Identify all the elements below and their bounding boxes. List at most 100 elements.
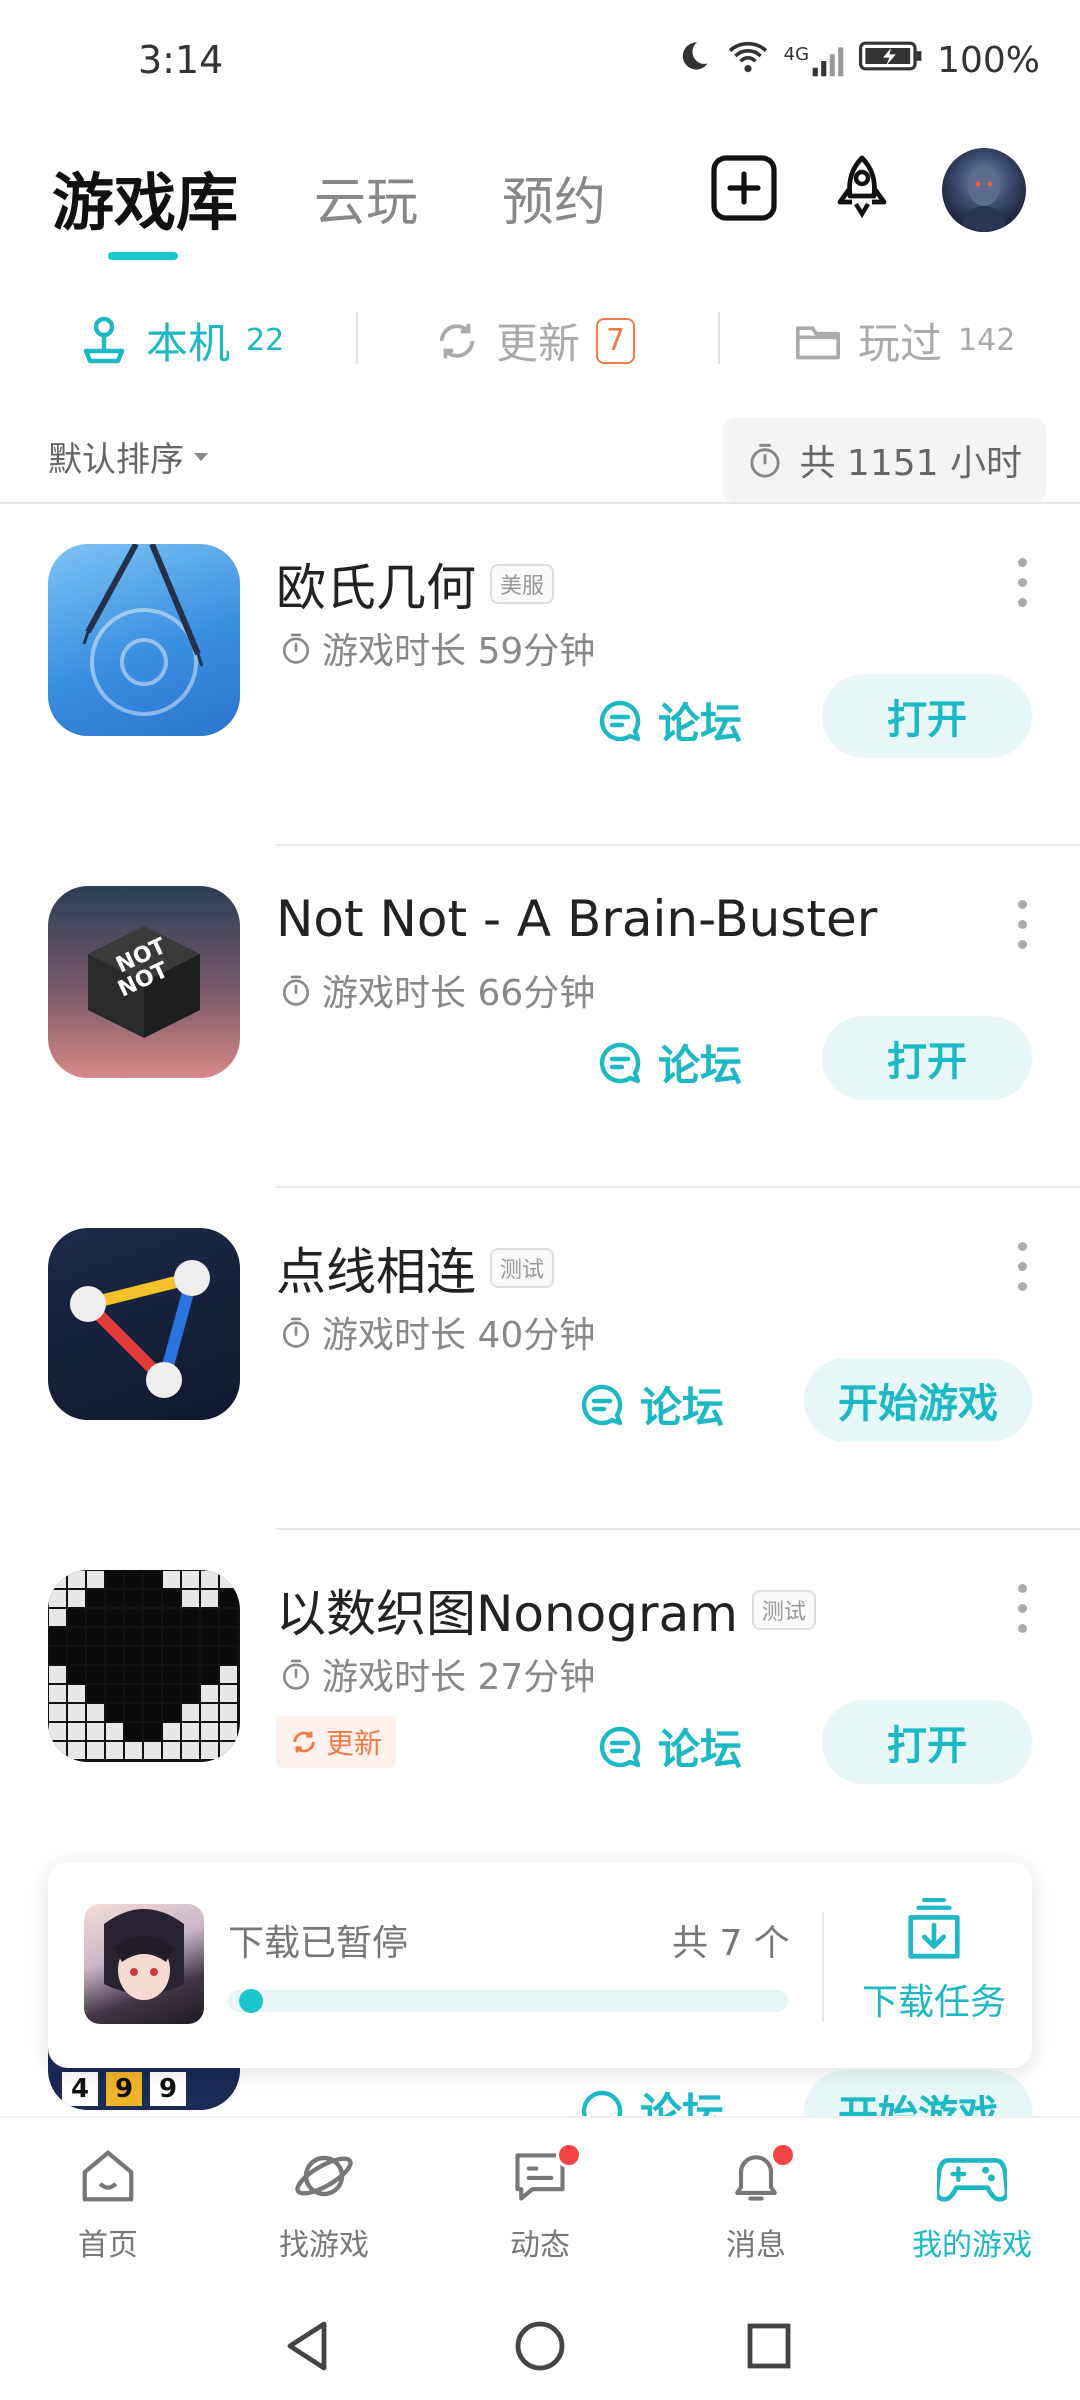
status-icons: 4G 100%	[676, 38, 1040, 83]
nonogram-cell	[49, 1609, 66, 1626]
back-triangle-icon[interactable]	[282, 2318, 332, 2374]
subtab-local[interactable]: 本机 22	[78, 310, 284, 371]
nonogram-cell	[220, 1628, 237, 1645]
game-title-row: 点线相连 测试	[276, 1232, 555, 1304]
forum-button[interactable]: 论坛	[596, 690, 742, 751]
open-button[interactable]: 打开	[822, 1700, 1032, 1784]
game-item[interactable]: 欧氏几何 美服 游戏时长 59分钟 论坛 打开	[0, 504, 1080, 846]
nonogram-cell	[106, 1590, 123, 1607]
tab-cloud-play[interactable]: 云玩	[314, 160, 418, 235]
nav-activity[interactable]: 动态	[432, 2138, 648, 2264]
nonogram-cell	[68, 1742, 85, 1759]
anime-character-icon	[104, 1909, 184, 2000]
download-box-icon	[908, 1897, 960, 1959]
subtab-played-label: 玩过	[858, 319, 943, 368]
nav-messages-label: 消息	[726, 2228, 786, 2263]
download-panel[interactable]: 下载已暂停 共 7 个 下载任务	[48, 1862, 1032, 2068]
plus-square-icon	[711, 155, 777, 221]
start-game-button[interactable]: 开始游戏	[804, 2070, 1032, 2116]
nonogram-cell	[144, 1742, 161, 1759]
open-button[interactable]: 打开	[822, 1016, 1032, 1100]
forum-button[interactable]: 论坛	[596, 1716, 742, 1777]
nonogram-cell	[87, 1609, 104, 1626]
forum-button[interactable]: 论坛	[596, 1032, 742, 1093]
nonogram-cell	[163, 1723, 180, 1740]
add-game-button[interactable]	[708, 152, 780, 224]
nonogram-cell	[49, 1628, 66, 1645]
nonogram-cell	[106, 1723, 123, 1740]
game-icon-euclidea	[48, 544, 240, 736]
subtab-played[interactable]: 玩过 142	[794, 310, 1015, 371]
moon-icon	[676, 38, 712, 83]
nonogram-cell	[220, 1742, 237, 1759]
nonogram-cell	[201, 1628, 218, 1645]
nonogram-cell	[87, 1647, 104, 1664]
game-item[interactable]: 以数织图Nonogram 测试 游戏时长 27分钟 更新 论坛 打开	[0, 1530, 1080, 1872]
tab-reservation[interactable]: 预约	[502, 160, 606, 235]
nonogram-cell	[125, 1723, 142, 1740]
nonogram-cell	[87, 1628, 104, 1645]
more-menu-button[interactable]	[1018, 1584, 1030, 1644]
home-icon	[82, 2150, 134, 2202]
forum-button-peek[interactable]: 论坛	[578, 2084, 724, 2116]
update-label: 更新	[326, 1727, 383, 1760]
chat-bubble-icon	[581, 1384, 623, 1425]
more-menu-button[interactable]	[1018, 900, 1030, 960]
download-progress-fill	[239, 1989, 263, 2013]
nonogram-cell	[182, 1704, 199, 1721]
nonogram-cell	[201, 1609, 218, 1626]
update-button[interactable]: 更新	[276, 1716, 397, 1768]
nav-home[interactable]: 首页	[0, 2138, 216, 2264]
nav-my-games[interactable]: 我的游戏	[864, 2138, 1080, 2264]
game-icon-not-not: NOT NOT	[48, 886, 240, 1078]
nav-messages[interactable]: 消息	[648, 2138, 864, 2264]
nonogram-cell	[49, 1647, 66, 1664]
system-navigation-bar	[0, 2288, 1080, 2400]
forum-button[interactable]: 论坛	[578, 2084, 724, 2116]
recents-square-icon[interactable]	[744, 2320, 794, 2372]
start-game-button-peek[interactable]: 开始游戏	[804, 2070, 1032, 2116]
open-button[interactable]: 打开	[822, 674, 1032, 758]
nonogram-cell	[49, 1723, 66, 1740]
playtime: 游戏时长 27分钟	[280, 1648, 595, 1700]
nav-discover[interactable]: 找游戏	[216, 2138, 432, 2264]
download-tasks-button[interactable]: 下载任务	[854, 1897, 1014, 2025]
nonogram-cell	[125, 1647, 142, 1664]
total-playtime: 共 1151 小时	[723, 418, 1046, 502]
game-title-row: 以数织图Nonogram 测试	[276, 1574, 816, 1646]
nonogram-cell	[163, 1571, 180, 1588]
nonogram-cell	[144, 1666, 161, 1683]
bottom-navigation: 首页 找游戏 动态 消息 我的游戏	[0, 2116, 1080, 2290]
nonogram-cell	[201, 1666, 218, 1683]
sort-dropdown[interactable]: 默认排序	[48, 432, 210, 481]
nonogram-cell	[125, 1742, 142, 1759]
nonogram-cell	[163, 1742, 180, 1759]
playtime: 游戏时长 66分钟	[280, 964, 595, 1016]
divider	[718, 312, 720, 364]
playtime-text: 游戏时长 59分钟	[322, 631, 596, 672]
folder-icon	[795, 325, 840, 359]
forum-button[interactable]: 论坛	[578, 1374, 724, 1435]
game-item[interactable]: NOT NOT Not Not - A Brain-Buster 游戏时长 66…	[0, 846, 1080, 1188]
subtab-update[interactable]: 更新 7	[434, 310, 636, 371]
nonogram-cell	[68, 1666, 85, 1683]
more-menu-button[interactable]	[1018, 558, 1030, 618]
nonogram-cell	[201, 1742, 218, 1759]
nonogram-cell	[87, 1704, 104, 1721]
rocket-button[interactable]	[826, 152, 898, 224]
total-playtime-label: 共 1151 小时	[799, 443, 1022, 484]
planet-icon	[295, 2155, 353, 2197]
game-item[interactable]: 点线相连 测试 游戏时长 40分钟 论坛 开始游戏	[0, 1188, 1080, 1530]
nonogram-cell	[87, 1742, 104, 1759]
user-avatar[interactable]	[942, 148, 1026, 232]
tab-game-library[interactable]: 游戏库	[52, 152, 238, 242]
game-tag: 测试	[751, 1590, 816, 1630]
nonogram-cell	[125, 1590, 142, 1607]
start-game-button[interactable]: 开始游戏	[804, 1358, 1032, 1442]
chat-bubble-icon	[599, 1726, 641, 1767]
home-circle-icon[interactable]	[512, 2318, 568, 2374]
divider	[822, 1912, 824, 2022]
subtab-local-count: 22	[246, 323, 285, 358]
more-menu-button[interactable]	[1018, 1242, 1030, 1302]
nonogram-cell	[182, 1609, 199, 1626]
